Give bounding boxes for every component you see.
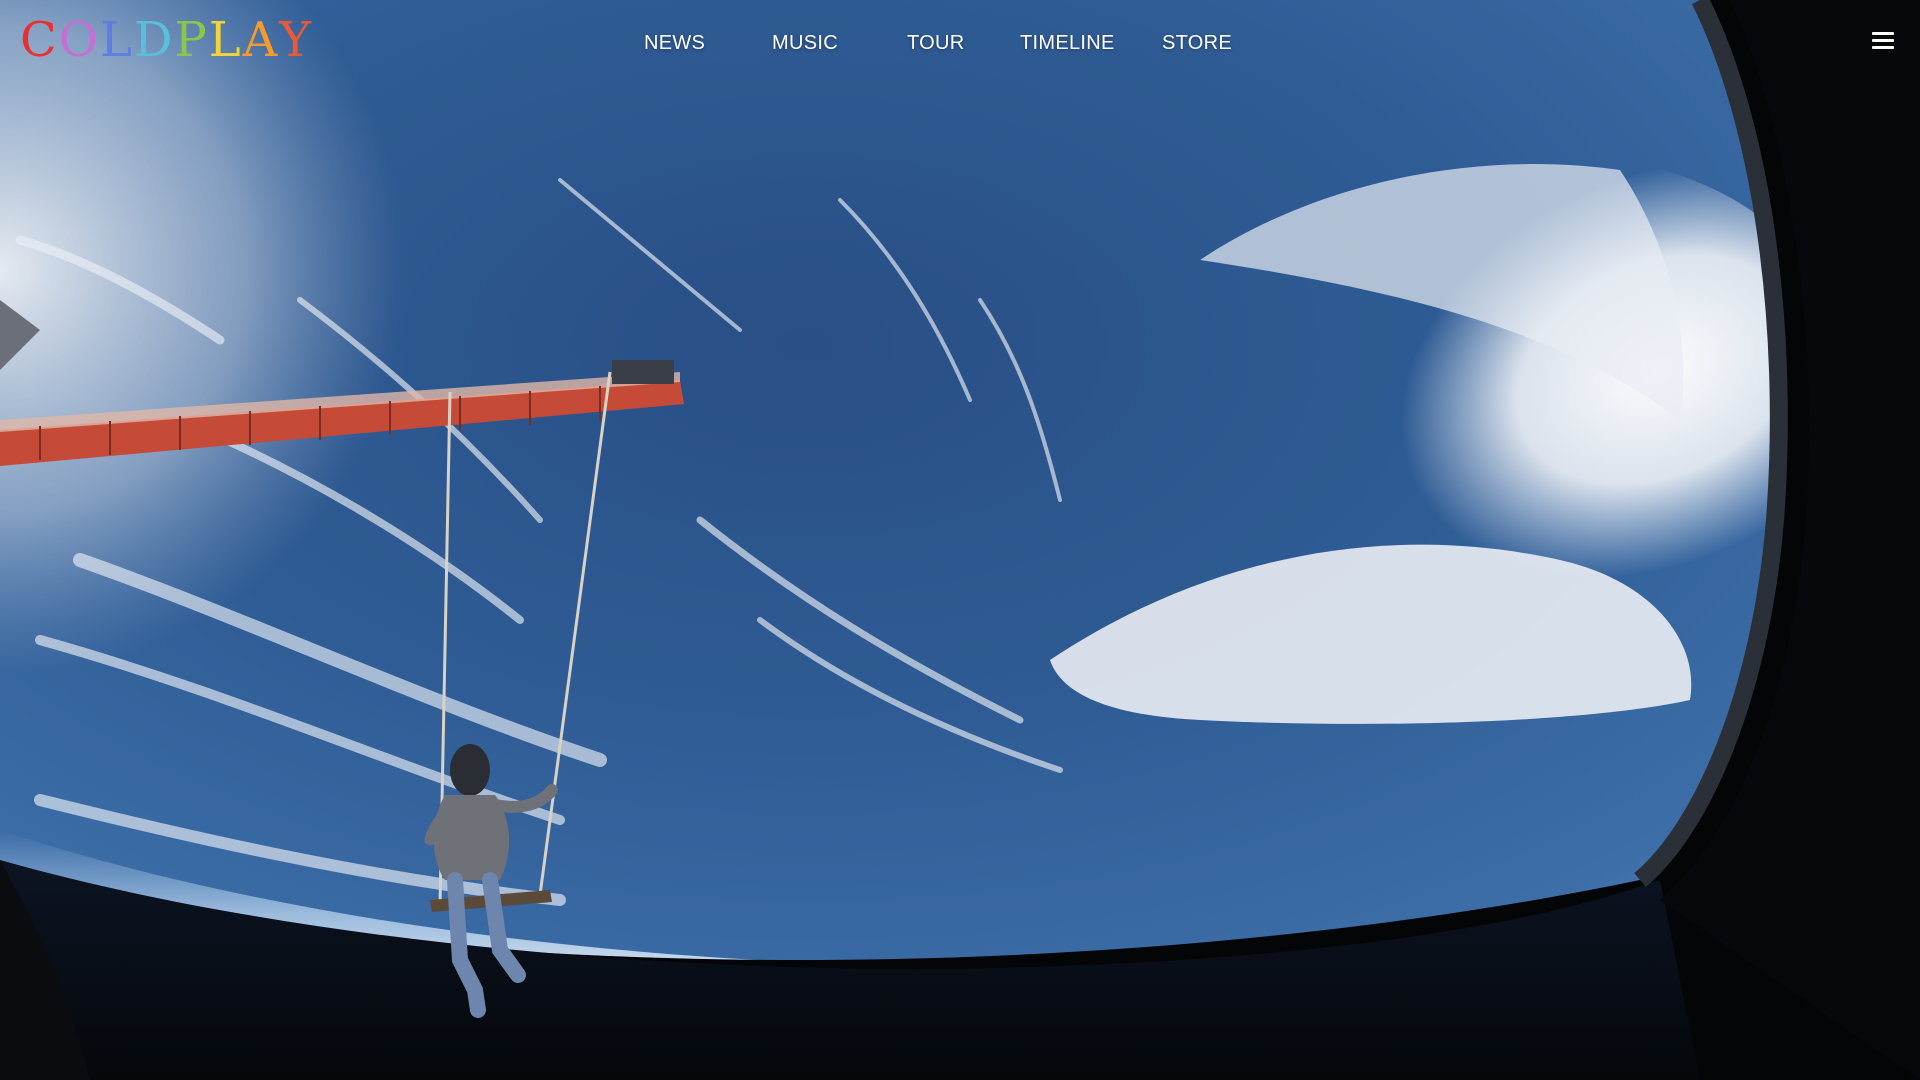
hamburger-menu-icon <box>1872 32 1894 35</box>
hamburger-menu-button[interactable] <box>1868 26 1898 56</box>
nav-item-tour[interactable]: TOUR <box>907 26 965 60</box>
nav-item-music[interactable]: MUSIC <box>772 26 838 60</box>
hamburger-menu-icon-bar <box>1872 39 1894 42</box>
nav-item-news[interactable]: NEWS <box>644 26 705 60</box>
page: COLDPLAY NEWS MUSIC TOUR TIMELINE STORE <box>0 0 1920 1080</box>
hero-background-video <box>0 0 1920 1080</box>
earth-from-space-image <box>0 0 1920 1080</box>
nav-item-store[interactable]: STORE <box>1162 26 1232 60</box>
nav-item-timeline[interactable]: TIMELINE <box>1020 26 1115 60</box>
hamburger-menu-icon-bar <box>1872 46 1894 49</box>
top-navigation-bar: COLDPLAY NEWS MUSIC TOUR TIMELINE STORE <box>0 0 1920 90</box>
main-nav: NEWS MUSIC TOUR TIMELINE STORE <box>0 26 1920 60</box>
